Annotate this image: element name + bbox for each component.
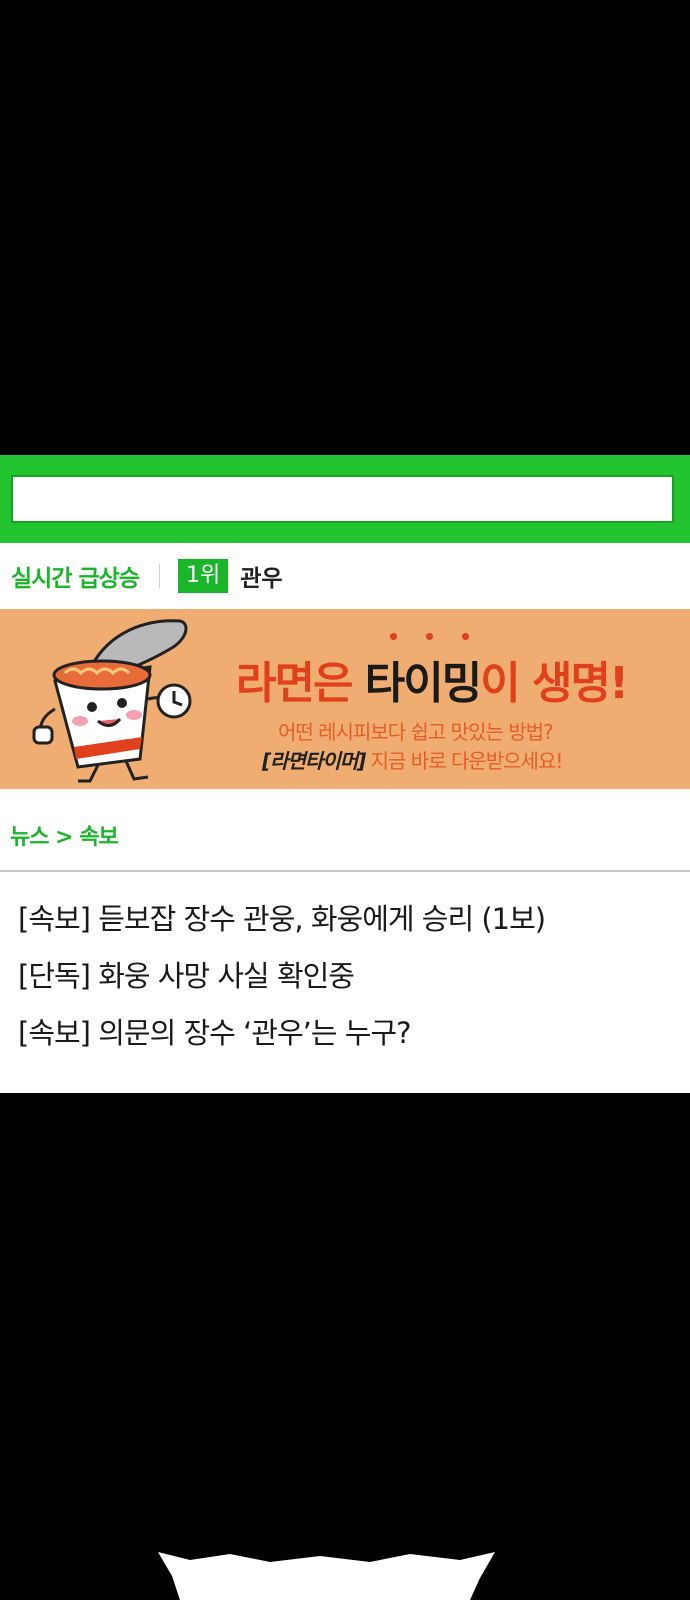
- trending-label: 실시간 급상승: [11, 566, 140, 592]
- news-headline-link[interactable]: [속보] 의문의 장수 ‘관우’는 누구?: [18, 1013, 545, 1070]
- news-list: [속보] 듣보잡 장수 관웅, 화웅에게 승리 (1보) [단독] 화웅 사망 …: [18, 899, 546, 1070]
- news-headline-link[interactable]: [단독] 화웅 사망 사실 확인중: [18, 956, 545, 1013]
- rank-badge: 1위: [177, 559, 229, 593]
- ad-headline-emphasis: 타이밍: [364, 658, 482, 709]
- emphasis-dots: [388, 633, 488, 643]
- ad-headline-prefix: 라면은: [236, 658, 365, 709]
- ad-subline: 어떤 레시피보다 쉽고 맛있는 방법?: [278, 720, 554, 744]
- comic-panel: 실시간 급상승 1위 관우 라면은 타이밍이 생명! 어떤 레시피보다 쉽고 맛…: [0, 0, 690, 1600]
- search-input[interactable]: [11, 475, 674, 523]
- divider: [158, 564, 160, 588]
- ad-app-name: [라면타이머]: [262, 749, 366, 773]
- news-section: 뉴스 > 속보 [속보] 듣보잡 장수 관웅, 화웅에게 승리 (1보) [단독…: [0, 789, 690, 1093]
- divider: [0, 870, 690, 872]
- breadcrumb[interactable]: 뉴스 > 속보: [10, 819, 119, 851]
- ad-headline: 라면은 타이밍이 생명!: [236, 647, 629, 711]
- ramen-cup-mascot-icon: [32, 619, 192, 783]
- search-header: [0, 455, 690, 543]
- trending-term[interactable]: 관우: [240, 559, 282, 593]
- ad-cta-line: [라면타이머] 지금 바로 다운받으세요!: [262, 745, 564, 774]
- ad-cta-text: 지금 바로 다운받으세요!: [365, 749, 564, 773]
- ad-headline-suffix: 이 생명!: [480, 658, 629, 709]
- ad-banner[interactable]: 라면은 타이밍이 생명! 어떤 레시피보다 쉽고 맛있는 방법? [라면타이머]…: [0, 609, 690, 789]
- realtime-trending-bar[interactable]: 실시간 급상승 1위 관우: [0, 543, 690, 609]
- news-headline-link[interactable]: [속보] 듣보잡 장수 관웅, 화웅에게 승리 (1보): [18, 899, 546, 956]
- speech-bubble-edge: [158, 1552, 495, 1600]
